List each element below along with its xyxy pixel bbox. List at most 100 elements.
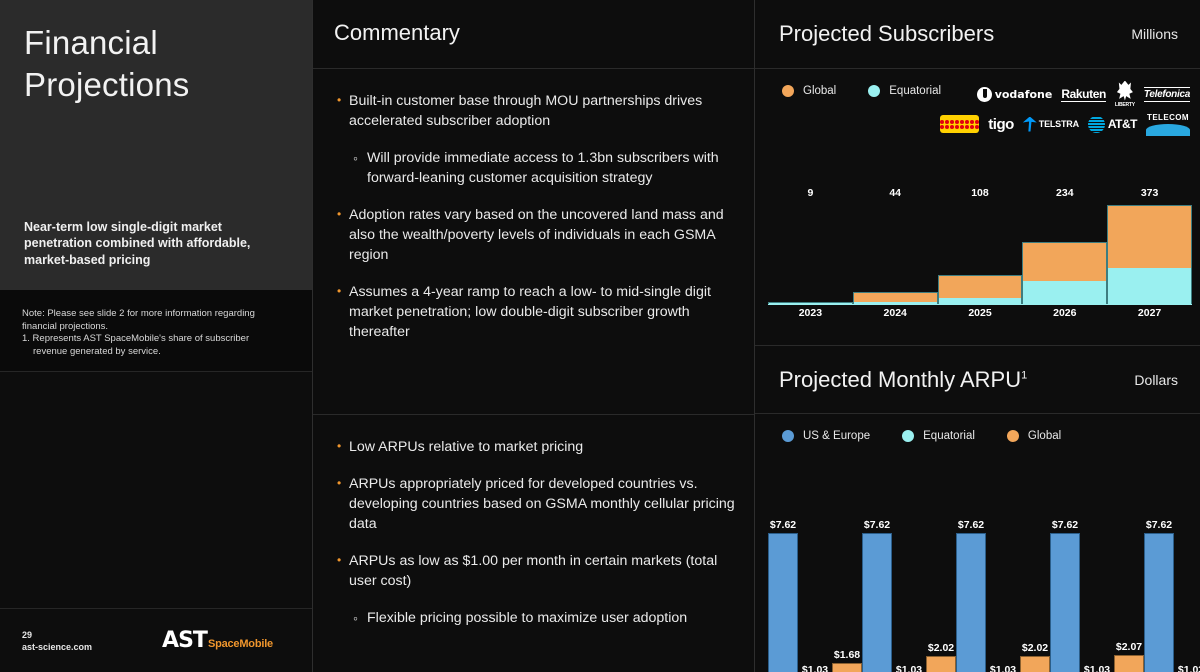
- list-item: Adoption rates vary based on the uncover…: [337, 204, 736, 265]
- page-number: 29: [22, 629, 33, 640]
- bar-value-label: $1.03: [1083, 663, 1111, 672]
- subscribers-chart: Global Equatorial vodafone Rakuten LIBER…: [755, 69, 1200, 345]
- arpu-chart: US & Europe Equatorial Global $7.62 $1.0…: [755, 414, 1200, 672]
- bar-segment-equatorial: [1022, 280, 1108, 304]
- charts-column: Projected Subscribers Millions Global Eq…: [755, 0, 1200, 672]
- logo-mark-text: AST: [162, 628, 208, 653]
- subscribers-bars: [768, 205, 1192, 305]
- partner-logo-row-2: tigo TELSTRA AT&T TELECOM: [940, 109, 1190, 139]
- legend-swatch-blue: [782, 430, 794, 442]
- bar-value-label: $1.68: [833, 649, 861, 662]
- list-item: Low ARPUs relative to market pricing: [337, 436, 736, 457]
- bar-total-label: 108: [971, 187, 989, 199]
- bar-segment-global: [937, 275, 1023, 298]
- commentary-list-a: Built-in customer base through MOU partn…: [337, 90, 736, 342]
- bar-total-label: 373: [1140, 187, 1159, 199]
- tim-wordmark: TELECOM: [1147, 112, 1189, 122]
- bar-segment-global: [852, 292, 938, 302]
- slide-footer: 29 ast-science.com AST SpaceMobile: [0, 608, 312, 672]
- legend-swatch-cyan: [902, 430, 915, 442]
- telstra-wordmark: TELSTRA: [1038, 119, 1079, 129]
- bar-total-label: 44: [889, 187, 902, 199]
- arpu-legend: US & Europe Equatorial Global: [755, 414, 1200, 442]
- logo-sub-text: SpaceMobile: [207, 638, 273, 650]
- arpu-unit-label: Dollars: [1134, 371, 1178, 388]
- commentary-list-b: Low ARPUs relative to market pricing ARP…: [337, 436, 736, 628]
- bar-value-label: $7.62: [1051, 519, 1079, 532]
- legend-swatch-orange: [782, 85, 794, 97]
- bar-column-2024: [852, 205, 938, 304]
- legend-item-us-europe: US & Europe: [782, 430, 870, 442]
- subscribers-header: Projected Subscribers Millions: [755, 0, 1200, 69]
- commentary-column: Commentary Built-in customer base throug…: [312, 0, 755, 672]
- bar-group-2024: $7.62 $1.03 $2.02: [862, 506, 956, 672]
- footnote-line-1: Note: Please see slide 2 for more inform…: [22, 308, 255, 319]
- list-item: ARPUs appropriately priced for developed…: [337, 473, 736, 534]
- bar-global: $1.68: [832, 649, 862, 672]
- list-item: Flexible pricing possible to maximize us…: [337, 608, 736, 628]
- bar-group-2027: $7.62 $1.03 $2.15: [1144, 506, 1200, 672]
- bar-value-label: $7.62: [1145, 519, 1173, 532]
- title-panel: Financial Projections Near-term low sing…: [0, 0, 312, 290]
- bar-global: $2.02: [926, 642, 956, 672]
- legend-item-equatorial: Equatorial: [902, 430, 975, 442]
- title-line-1: Financial: [24, 24, 158, 61]
- legend-swatch-orange: [1006, 430, 1019, 442]
- commentary-title: Commentary: [334, 20, 460, 45]
- bar-group-2025: $7.62 $1.03 $2.02: [956, 506, 1050, 672]
- vodafone-logo: vodafone: [976, 86, 1052, 102]
- bar-segment-equatorial: [768, 302, 853, 304]
- subscribers-plot-area: 9 44 108 234 373 2023 2024 2025 2026 202…: [768, 187, 1192, 323]
- bar-segment-global: [1107, 205, 1192, 268]
- arpu-bars: $7.62 $1.03 $1.68 $7.62 $1.03 $2.02 $7.6…: [768, 506, 1200, 672]
- legend-swatch-cyan: [868, 85, 881, 97]
- arpu-plot-area: $7.62 $1.03 $1.68 $7.62 $1.03 $2.02 $7.6…: [768, 506, 1200, 672]
- bar-total-label: 9: [807, 187, 814, 199]
- bar-column-2027: [1107, 205, 1192, 304]
- att-logo: AT&T: [1087, 115, 1138, 133]
- bar-us-europe: $7.62: [1144, 519, 1174, 672]
- legend-label: US & Europe: [803, 430, 871, 442]
- telefonica-logo: Telefonica: [1143, 86, 1190, 102]
- list-item: Assumes a 4-year ramp to reach a low- to…: [337, 281, 736, 342]
- commentary-group-arpu: Low ARPUs relative to market pricing ARP…: [313, 415, 754, 628]
- bar-us-europe: $7.62: [862, 519, 892, 672]
- tim-arc-icon: [1146, 123, 1190, 136]
- arpu-header: Projected Monthly ARPU1 Dollars: [755, 345, 1200, 414]
- bar-value-label: $1.03: [989, 663, 1017, 672]
- bar-value-label: $7.62: [769, 519, 797, 532]
- bar-value-label: $1.03: [895, 663, 923, 672]
- footnote-block: Note: Please see slide 2 for more inform…: [0, 290, 312, 372]
- ast-spacemobile-logo: AST SpaceMobile: [162, 628, 273, 653]
- legend-item-equatorial: Equatorial: [868, 85, 941, 97]
- att-globe-icon: [1087, 115, 1105, 133]
- page-title: Financial Projections: [24, 22, 288, 106]
- bar-segment-equatorial: [1107, 267, 1192, 304]
- partner-logo-row-1: vodafone Rakuten LIBERTY Telefonica: [952, 79, 1190, 109]
- bar-us-europe: $7.62: [768, 519, 798, 672]
- subscribers-value-labels: 9 44 108 234 373: [768, 187, 1192, 205]
- telstra-logo: TELSTRA: [1022, 116, 1079, 132]
- bar-value-label: $7.62: [957, 519, 985, 532]
- legend-label: Global: [1027, 430, 1062, 442]
- vodafone-quote-icon: [976, 86, 992, 102]
- legend-item-global: Global: [1006, 430, 1062, 442]
- america-movil-dots-icon: [940, 119, 980, 129]
- list-item: Built-in customer base through MOU partn…: [337, 90, 736, 131]
- footnote-line-2: financial projections.: [22, 320, 109, 332]
- website-url: ast-science.com: [22, 641, 93, 652]
- telstra-t-icon: [1022, 116, 1037, 132]
- bar-group-2026: $7.62 $1.03 $2.07: [1050, 506, 1144, 672]
- arpu-title-text: Projected Monthly ARPU: [779, 366, 1022, 392]
- axis-tick-label: 2027: [1137, 307, 1162, 319]
- bar-value-label: $2.02: [927, 641, 955, 654]
- list-item: Will provide immediate access to 1.3bn s…: [337, 148, 736, 188]
- liberty-flame-icon: [1116, 80, 1133, 101]
- rakuten-logo: Rakuten: [1061, 86, 1106, 102]
- liberty-latin-america-logo: LIBERTY: [1115, 80, 1135, 108]
- tigo-logo: tigo: [988, 115, 1014, 133]
- subscribers-x-axis: 2023 2024 2025 2026 2027: [768, 305, 1192, 323]
- partner-logos: vodafone Rakuten LIBERTY Telefonica tigo…: [940, 79, 1190, 139]
- bar-us-europe: $7.62: [956, 519, 986, 672]
- bar-segment-global: [1022, 241, 1108, 281]
